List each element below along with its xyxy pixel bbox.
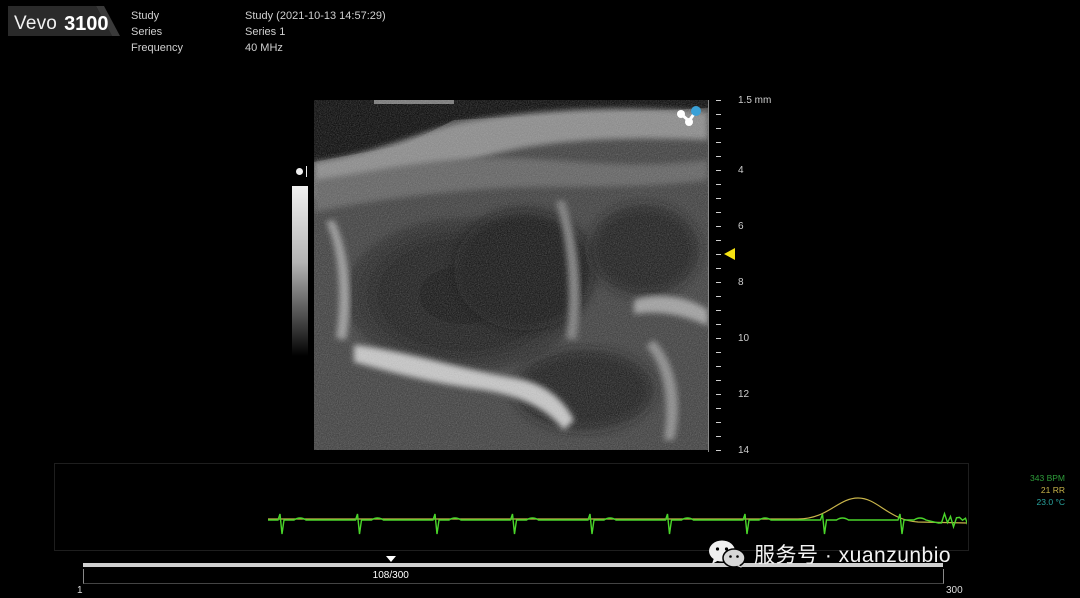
depth-tick (716, 338, 721, 339)
meta-value-study: Study (2021-10-13 14:57:29) (245, 10, 386, 22)
ultrasound-bmode-render (314, 100, 708, 450)
watermark: 服务号 · xuanzunbio (708, 539, 951, 569)
grayscale-bar (292, 186, 308, 356)
depth-tick (716, 212, 721, 213)
meta-key-frequency: Frequency (131, 42, 183, 54)
frame-counter: 108/300 (372, 570, 409, 581)
temperature: 23.0 °C (1036, 497, 1065, 507)
depth-label-14: 14 (738, 445, 750, 456)
timeline-playhead[interactable] (385, 556, 396, 562)
watermark-text: 服务号 · xuanzunbio (754, 544, 952, 567)
physiology-waveforms (268, 497, 967, 535)
ecg-trace (268, 511, 967, 535)
depth-tick (716, 170, 721, 171)
depth-tick (716, 254, 721, 255)
depth-label-6: 6 (738, 221, 744, 232)
focus-marker[interactable] (724, 248, 735, 260)
study-meta-keys: Study Series Frequency (131, 8, 183, 56)
respiration-rate: 21 RR (1040, 485, 1065, 495)
probe-orientation-icon (674, 103, 704, 131)
depth-scale-unit-label: 1.5 mm (738, 95, 772, 106)
depth-label-4: 4 (738, 165, 744, 176)
depth-label-8: 8 (738, 277, 744, 288)
depth-tick (716, 114, 721, 115)
wechat-icon (709, 540, 746, 568)
grayscale-indicator-dot (296, 168, 303, 175)
depth-scale-axis (708, 100, 709, 452)
brand-name: Vevo (14, 13, 58, 34)
depth-tick (716, 366, 721, 367)
depth-tick (716, 198, 721, 199)
depth-tick (716, 240, 721, 241)
depth-tick (716, 436, 721, 437)
grayscale-indicator-bar (306, 166, 307, 177)
depth-tick (716, 422, 721, 423)
depth-tick (716, 324, 721, 325)
depth-tick (716, 282, 721, 283)
depth-tick (716, 268, 721, 269)
timeline-min-label: 1 (77, 585, 83, 596)
depth-tick (716, 128, 721, 129)
ultrasound-image[interactable] (314, 100, 708, 450)
depth-label-10: 10 (738, 333, 750, 344)
depth-tick (716, 352, 721, 353)
vevo-logo: Vevo 3100 (8, 6, 120, 38)
brand-model: 3100 (64, 12, 109, 35)
depth-tick (716, 296, 721, 297)
timeline-frame-box (83, 569, 944, 584)
depth-tick (716, 184, 721, 185)
depth-tick (716, 450, 721, 451)
meta-value-frequency: 40 MHz (245, 42, 283, 54)
depth-tick (716, 142, 721, 143)
depth-tick (716, 156, 721, 157)
meta-key-series: Series (131, 26, 163, 38)
heart-rate: 343 BPM (1030, 473, 1065, 483)
study-meta-values: Study (2021-10-13 14:57:29) Series 1 40 … (245, 8, 386, 56)
depth-tick (716, 394, 721, 395)
depth-tick (716, 226, 721, 227)
depth-tick (716, 380, 721, 381)
timeline-max-label: 300 (946, 585, 963, 596)
depth-tick (716, 310, 721, 311)
meta-value-series: Series 1 (245, 26, 286, 38)
meta-key-study: Study (131, 10, 160, 22)
depth-label-12: 12 (738, 389, 750, 400)
depth-tick (716, 408, 721, 409)
depth-tick (716, 100, 721, 101)
